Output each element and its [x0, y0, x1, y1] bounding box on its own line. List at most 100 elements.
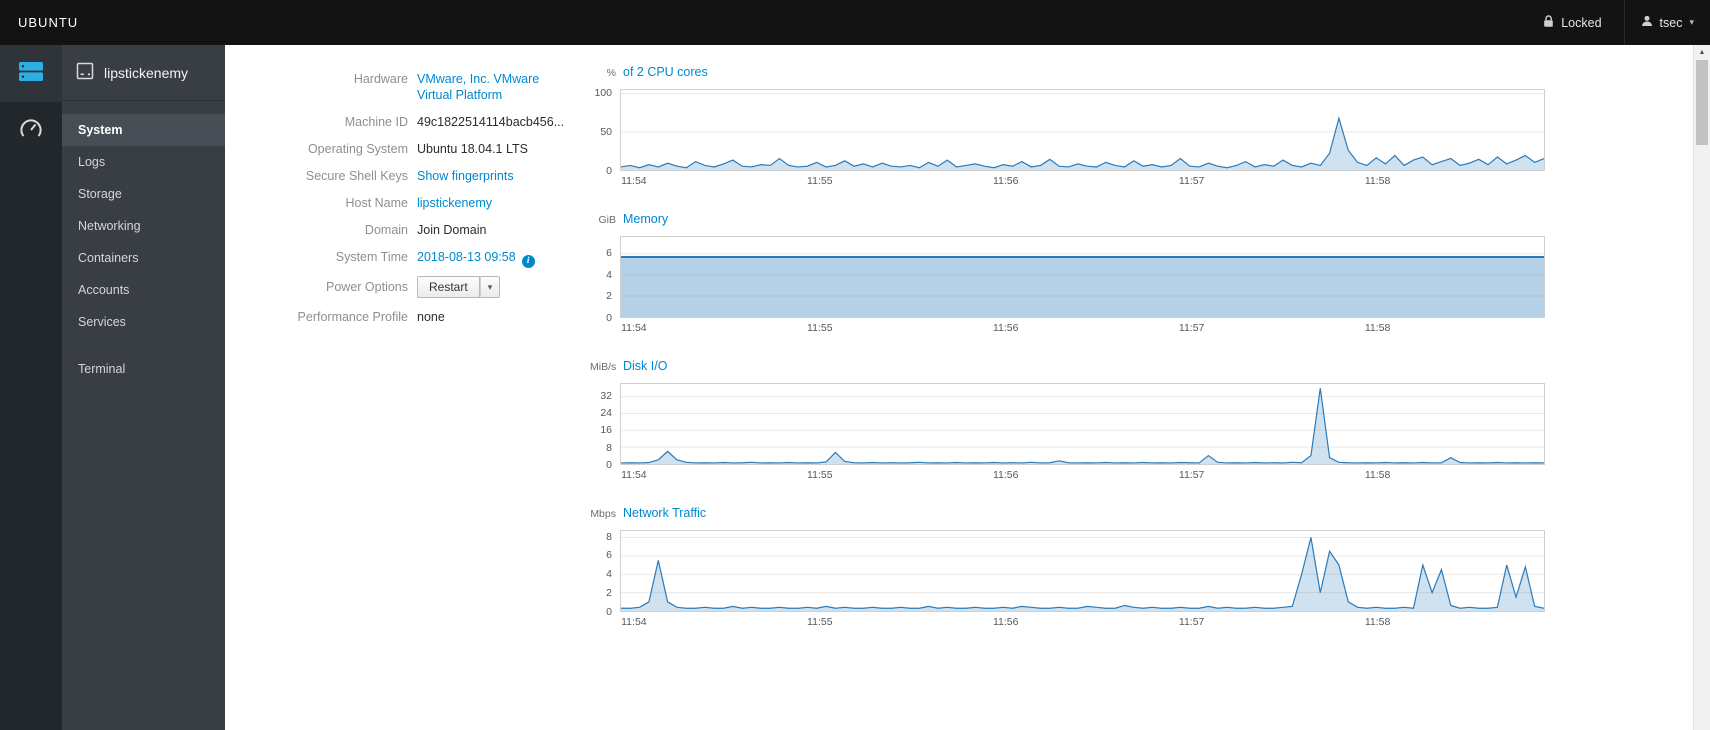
x-axis-tick-label: 11:55 — [807, 175, 833, 187]
network-traffic-chart: Mbps Network Traffic 02468 11:54 11:55 11:… — [590, 506, 1545, 632]
server-icon — [18, 61, 44, 85]
detail-row-machine-id: Machine ID 49c1822514114bacb456... — [225, 114, 590, 130]
y-axis-tick-label: 24 — [600, 407, 612, 420]
vertical-scrollbar[interactable]: ▲ — [1693, 45, 1710, 730]
info-icon[interactable]: i — [521, 255, 535, 268]
x-axis-tick-label: 11:55 — [807, 469, 833, 481]
cpu-chart-title-link[interactable]: of 2 CPU cores — [623, 65, 708, 79]
sidebar-item-terminal[interactable]: Terminal — [62, 353, 225, 385]
y-axis-tick-label: 0 — [606, 459, 612, 471]
system-time-label: System Time — [335, 250, 408, 264]
performance-profile-label: Performance Profile — [297, 310, 408, 324]
machine-id-label: Machine ID — [344, 115, 408, 129]
sidebar-nav: System Logs Storage Networking Container… — [62, 101, 225, 385]
memory-chart: GiB Memory 0246 11:54 11:55 11:56 11:57 11:5… — [590, 212, 1545, 338]
chevron-down-icon: ▾ — [1689, 17, 1694, 27]
network-chart-title-link[interactable]: Network Traffic — [623, 506, 706, 520]
sidebar: lipstickenemy System Logs Storage Networ… — [62, 45, 225, 730]
detail-row-performance-profile: Performance Profile none — [225, 309, 590, 325]
cpu-graph — [620, 89, 1545, 171]
topbar-right: Locked tsec ▾ — [1521, 0, 1710, 45]
os-value: Ubuntu 18.04.1 LTS — [417, 142, 528, 156]
network-graph — [620, 530, 1545, 612]
system-time-link[interactable]: 2018-08-13 09:58 — [417, 250, 516, 264]
y-axis-tick-label: 32 — [600, 389, 612, 402]
lock-icon — [1543, 14, 1554, 31]
detail-row-os: Operating System Ubuntu 18.04.1 LTS — [225, 141, 590, 157]
host-name-row-label: Host Name — [345, 196, 408, 210]
memory-y-axis: 0 2 4 6 — [590, 236, 620, 324]
host-server-tile[interactable] — [0, 45, 62, 101]
detail-row-host-name: Host Name lipstickenemy — [225, 195, 590, 211]
sidebar-item-storage[interactable]: Storage — [62, 178, 225, 210]
x-axis-tick-label: 11:57 — [1178, 175, 1205, 187]
host-icon — [76, 62, 94, 83]
y-axis-tick-label: 2 — [606, 587, 612, 600]
machine-id-value: 49c1822514114bacb456... — [417, 115, 565, 129]
x-axis-tick-label: 11:58 — [1364, 616, 1391, 628]
os-label: Operating System — [307, 142, 408, 156]
disk-io-unit-label: MiB/s — [590, 361, 617, 373]
power-options-label: Power Options — [326, 280, 408, 294]
restart-dropdown-button[interactable]: ▾ — [479, 276, 501, 298]
disk-io-chart-title-link[interactable]: Disk I/O — [623, 359, 667, 373]
y-axis-tick-label: 4 — [606, 268, 612, 281]
disk-io-x-axis: 11:54 11:55 11:56 11:57 11:58 — [620, 469, 1545, 485]
sidebar-host-header[interactable]: lipstickenemy — [62, 45, 225, 101]
y-axis-tick-label: 8 — [606, 441, 612, 454]
y-axis-tick-label: 100 — [594, 86, 612, 99]
y-axis-tick-label: 16 — [600, 424, 612, 437]
host-name-label: lipstickenemy — [104, 64, 189, 81]
x-axis-tick-label: 11:54 — [621, 322, 647, 334]
power-options-button-group: Restart ▾ — [417, 276, 501, 298]
scrollbar-thumb[interactable] — [1696, 60, 1708, 145]
restart-button[interactable]: Restart — [417, 276, 480, 298]
x-axis-tick-label: 11:58 — [1364, 175, 1391, 187]
x-axis-tick-label: 11:57 — [1178, 322, 1205, 334]
x-axis-tick-label: 11:56 — [992, 469, 1019, 481]
network-y-axis: 0 2 4 6 8 — [590, 530, 620, 618]
host-name-link[interactable]: lipstickenemy — [417, 196, 492, 210]
charts-column: % of 2 CPU cores 0 50 100 11:54 11:55 11:56 1… — [590, 65, 1545, 653]
disk-io-graph — [620, 383, 1545, 465]
sidebar-item-services[interactable]: Services — [62, 306, 225, 338]
y-axis-tick-label: 6 — [606, 549, 612, 562]
sidebar-item-system[interactable]: System — [62, 114, 225, 146]
cpu-unit-label: % — [606, 67, 616, 79]
y-axis-tick-label: 50 — [600, 125, 612, 138]
x-axis-tick-label: 11:55 — [807, 322, 833, 334]
icon-strip — [0, 45, 62, 730]
y-axis-tick-label: 0 — [606, 606, 612, 618]
y-axis-tick-label: 0 — [606, 165, 612, 177]
hardware-link[interactable]: VMware, Inc. VMware Virtual Platform — [417, 71, 555, 103]
detail-row-power-options: Power Options Restart ▾ — [225, 276, 590, 298]
main-panel: Hardware VMware, Inc. VMware Virtual Pla… — [225, 45, 1693, 730]
cpu-x-axis: 11:54 11:55 11:56 11:57 11:58 — [620, 175, 1545, 191]
x-axis-tick-label: 11:54 — [621, 175, 647, 187]
locked-indicator[interactable]: Locked — [1521, 0, 1623, 45]
sidebar-item-networking[interactable]: Networking — [62, 210, 225, 242]
sidebar-item-accounts[interactable]: Accounts — [62, 274, 225, 306]
locked-label: Locked — [1561, 15, 1602, 30]
hardware-label: Hardware — [353, 72, 408, 86]
memory-unit-label: GiB — [598, 214, 616, 226]
detail-row-hardware: Hardware VMware, Inc. VMware Virtual Pla… — [225, 71, 590, 103]
scroll-up-arrow-icon[interactable]: ▲ — [1694, 45, 1710, 60]
user-name: tsec — [1659, 15, 1683, 30]
chevron-down-icon: ▾ — [487, 281, 493, 292]
show-fingerprints-link[interactable]: Show fingerprints — [417, 169, 514, 183]
network-x-axis: 11:54 11:55 11:56 11:57 11:58 — [620, 616, 1545, 632]
detail-row-system-time: System Time 2018-08-13 09:58 i — [225, 249, 590, 268]
x-axis-tick-label: 11:54 — [621, 616, 647, 628]
user-menu[interactable]: tsec ▾ — [1623, 0, 1710, 45]
dashboard-tile[interactable] — [0, 101, 62, 157]
y-axis-tick-label: 6 — [606, 247, 612, 260]
domain-label: Domain — [364, 223, 408, 237]
cpu-y-axis: 0 50 100 — [590, 86, 620, 177]
x-axis-tick-label: 11:54 — [621, 469, 647, 481]
memory-chart-title-link[interactable]: Memory — [623, 212, 668, 226]
sidebar-item-logs[interactable]: Logs — [62, 146, 225, 178]
memory-graph — [620, 236, 1545, 318]
sidebar-item-containers[interactable]: Containers — [62, 242, 225, 274]
join-domain-link[interactable]: Join Domain — [417, 222, 486, 238]
